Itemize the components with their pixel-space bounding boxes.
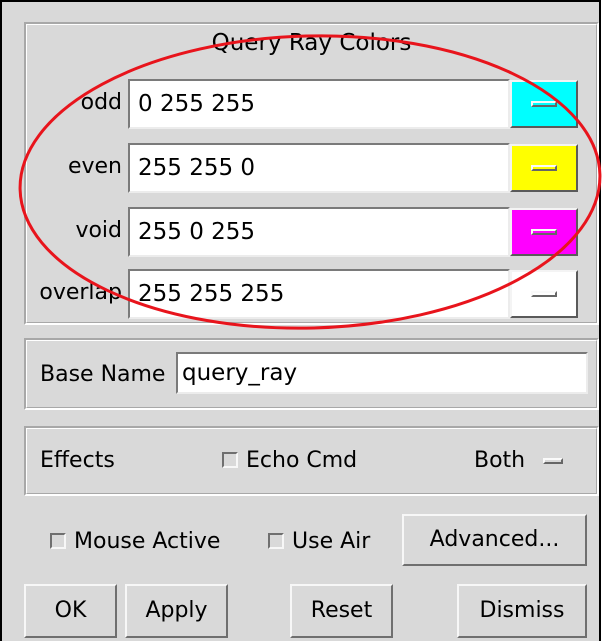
use-air-label: Use Air — [292, 529, 371, 554]
menu-indicator-icon — [531, 165, 557, 171]
overlap-color-field[interactable]: 255 255 255 — [128, 269, 510, 319]
odd-color-swatch-button[interactable] — [510, 80, 578, 128]
query-ray-dialog: Query Ray Colors odd 0 255 255 even 255 … — [0, 0, 601, 641]
query-ray-colors-group: Query Ray Colors odd 0 255 255 even 255 … — [24, 22, 599, 325]
menu-indicator-icon — [531, 291, 557, 297]
mouse-active-label: Mouse Active — [74, 529, 221, 554]
reset-button[interactable]: Reset — [290, 584, 393, 638]
effects-label: Effects — [40, 448, 115, 473]
odd-color-field[interactable]: 0 255 255 — [128, 79, 510, 129]
apply-button-label: Apply — [145, 598, 208, 623]
use-air-checkbox[interactable]: Use Air — [268, 529, 370, 554]
void-color-swatch-button[interactable] — [510, 208, 578, 256]
even-color-field[interactable]: 255 255 0 — [128, 143, 510, 193]
echo-cmd-label: Echo Cmd — [246, 448, 358, 473]
apply-button[interactable]: Apply — [125, 584, 228, 638]
base-name-input[interactable]: query_ray — [176, 352, 588, 394]
checkbox-box-icon — [50, 533, 66, 549]
base-name-label: Base Name — [40, 362, 166, 387]
menu-indicator-icon — [543, 458, 564, 464]
reset-button-label: Reset — [310, 598, 373, 623]
menu-indicator-icon — [531, 101, 557, 107]
ok-button[interactable]: OK — [24, 584, 117, 638]
advanced-button-label: Advanced... — [429, 527, 560, 552]
void-color-field[interactable]: 255 0 255 — [128, 207, 510, 257]
effects-mode-value: Both — [474, 448, 526, 473]
odd-label: odd — [80, 90, 122, 115]
effects-mode-menubutton[interactable]: Both — [474, 448, 564, 473]
checkbox-box-icon — [222, 452, 238, 468]
void-label: void — [75, 218, 122, 243]
ok-button-label: OK — [54, 598, 87, 623]
checkbox-box-icon — [268, 533, 284, 549]
dismiss-button-label: Dismiss — [479, 598, 565, 623]
echo-cmd-checkbox[interactable]: Echo Cmd — [222, 448, 357, 473]
even-label: even — [67, 154, 122, 179]
overlap-label: overlap — [39, 280, 122, 305]
menu-indicator-icon — [531, 229, 557, 235]
even-color-swatch-button[interactable] — [510, 144, 578, 192]
query-ray-colors-title: Query Ray Colors — [211, 30, 412, 56]
mouse-active-checkbox[interactable]: Mouse Active — [50, 529, 220, 554]
advanced-button[interactable]: Advanced... — [402, 514, 587, 566]
overlap-color-swatch-button[interactable] — [510, 270, 578, 318]
base-name-group: Base Name query_ray — [24, 338, 599, 410]
dismiss-button[interactable]: Dismiss — [457, 584, 587, 638]
effects-group: Effects Echo Cmd Both — [24, 426, 599, 496]
